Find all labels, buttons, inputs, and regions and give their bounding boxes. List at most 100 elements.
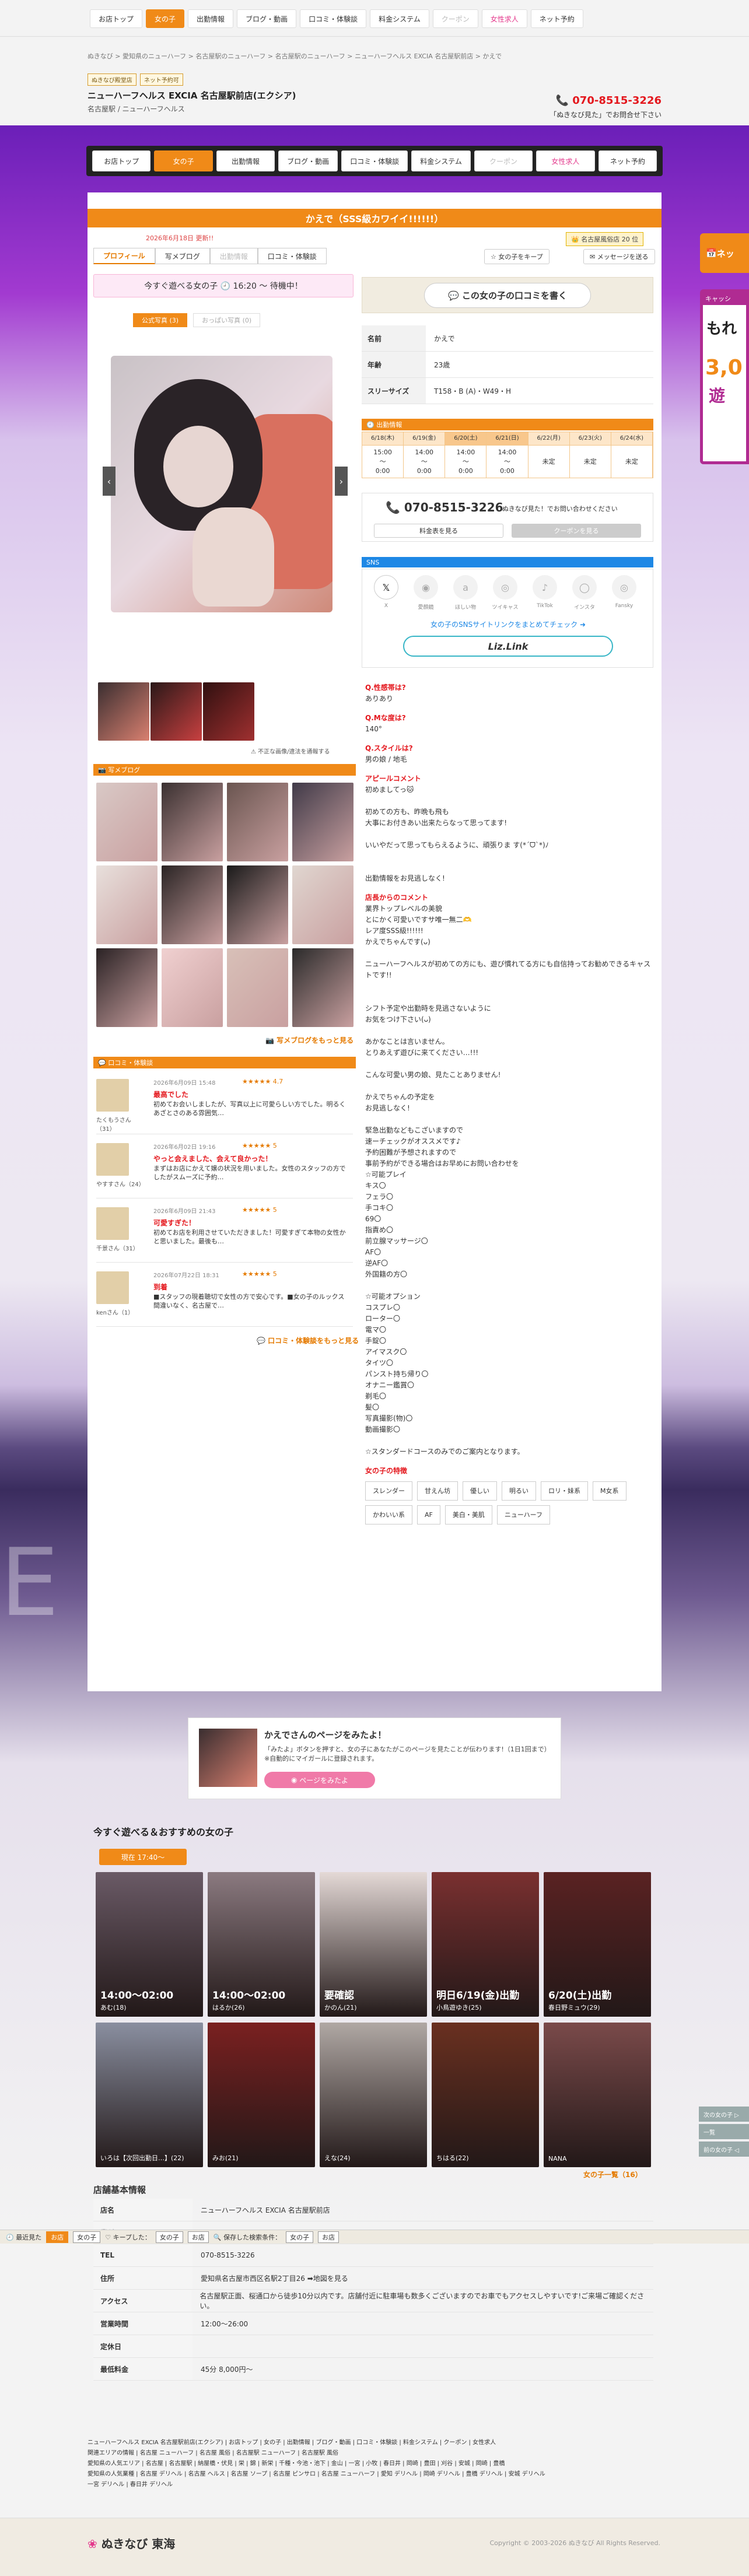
blog-thumb[interactable]: [227, 948, 288, 1027]
keep-girl-button[interactable]: ☆ 女の子をキープ: [484, 249, 550, 264]
blog-thumb[interactable]: [162, 948, 223, 1027]
tag-chip[interactable]: 優しい: [463, 1481, 497, 1501]
price-button[interactable]: 料金表を見る: [374, 524, 503, 538]
blog-thumb[interactable]: [96, 948, 158, 1027]
nav-reserve[interactable]: ネット予約: [598, 150, 657, 171]
tab-breast-photos[interactable]: おっぱい写真 (0): [193, 313, 261, 327]
nav-price[interactable]: 料金システム: [370, 9, 429, 28]
recent-shops[interactable]: お店: [46, 2231, 69, 2243]
shop-tel[interactable]: 📞 070-8515-3226: [556, 94, 662, 107]
nav-recruit[interactable]: 女性求人: [481, 9, 527, 28]
review-item[interactable]: 千景さん（31） 2026年6月09日 21:43 ★★★★★ 5 可愛すぎた！ 初めて…: [96, 1201, 353, 1263]
footer-line[interactable]: 一宮 デリヘル | 春日井 デリヘル: [88, 2480, 662, 2490]
coupon-button[interactable]: クーポンを見る: [512, 524, 641, 538]
reco-card[interactable]: NANA: [544, 2023, 651, 2167]
blog-thumb[interactable]: [292, 948, 354, 1027]
tag-chip[interactable]: 明るい: [502, 1481, 536, 1501]
tag-chip[interactable]: 甘えん坊: [417, 1481, 458, 1501]
review-item[interactable]: たくもうさん（31） 2026年6月09日 15:48 ★★★★★ 4.7 最高でした…: [96, 1073, 353, 1134]
photo-thumb[interactable]: [150, 682, 202, 741]
prev-photo-arrow[interactable]: ‹: [103, 467, 116, 496]
blog-thumb[interactable]: [162, 783, 223, 861]
tab-reviews[interactable]: 口コミ・体験談: [257, 248, 327, 264]
nav-reviews[interactable]: 口コミ・体験談: [341, 150, 408, 171]
reco-card[interactable]: いろは【次回出勤日…】(22): [96, 2023, 203, 2167]
tag-chip[interactable]: ロリ・妹系: [541, 1481, 588, 1501]
footer-line[interactable]: 関連エリアの情報 | 名古屋 ニューハーフ | 名古屋 風俗 | 名古屋駅 ニュ…: [88, 2448, 662, 2459]
reco-card[interactable]: えな(24): [320, 2023, 427, 2167]
ad-cashback[interactable]: キャッシ もれ 3,0 遊: [700, 289, 749, 464]
message-button[interactable]: ✉ メッセージを送る: [583, 249, 655, 264]
sns-item[interactable]: a ほしい物: [452, 575, 479, 611]
lizlink-button[interactable]: Liz.Link: [403, 636, 613, 657]
report-photo-link[interactable]: ⚠ 不正な画像/違法を通報する: [251, 746, 330, 755]
kept-shops[interactable]: お店: [187, 2231, 209, 2243]
nav-girls[interactable]: 女の子: [146, 9, 185, 28]
blog-thumb[interactable]: [292, 865, 354, 944]
tab-blog[interactable]: 写メブログ: [155, 248, 210, 264]
reviews-more-link[interactable]: 💬 口コミ・体験談をもっと見る: [257, 1336, 359, 1345]
prev-girl-button[interactable]: 前の女の子 ◁: [699, 2142, 749, 2157]
tag-chip[interactable]: かわいい系: [365, 1505, 412, 1524]
footer-line[interactable]: 愛知県の人気エリア | 名古屋 | 名古屋駅 | 納屋橋・伏見 | 栄 | 錦 …: [88, 2459, 662, 2469]
review-item[interactable]: やすすさん（24） 2026年6月02日 19:16 ★★★★★ 5 やっと会えました…: [96, 1137, 353, 1198]
tag-chip[interactable]: 美白・美肌: [444, 1505, 492, 1524]
reco-card[interactable]: みお(21): [208, 2023, 315, 2167]
nav-coupon[interactable]: クーポン: [474, 150, 533, 171]
nav-blog[interactable]: ブログ・動画: [237, 9, 297, 28]
sns-item[interactable]: ◎ Fansky: [611, 575, 638, 609]
sns-link[interactable]: 女の子のSNSサイトリンクをまとめてチェック ➜: [415, 619, 601, 629]
blog-more-link[interactable]: 📷 写メブログをもっと見る: [265, 1035, 354, 1045]
sns-item[interactable]: ♪ TikTok: [531, 575, 558, 609]
site-logo[interactable]: ❀ ぬきなび 東海: [88, 2535, 175, 2552]
nav-shop-top[interactable]: お店トップ: [92, 150, 151, 171]
footer-line[interactable]: 愛知県の人気業種 | 名古屋 デリヘル | 名古屋 ヘルス | 名古屋 ソープ …: [88, 2469, 662, 2480]
nav-recruit[interactable]: 女性求人: [536, 150, 595, 171]
reco-card[interactable]: 明日6/19(金)出勤 小鳥遊ゆき(25): [432, 1872, 539, 2017]
nav-schedule[interactable]: 出勤情報: [216, 150, 275, 171]
reco-card[interactable]: 6/20(土)出勤 春日野ミュウ(29): [544, 1872, 651, 2017]
saved-shops[interactable]: お店: [318, 2231, 340, 2243]
mitayo-button[interactable]: ◉ ページをみたよ: [264, 1772, 375, 1788]
blog-thumb[interactable]: [162, 865, 223, 944]
next-girl-button[interactable]: 次の女の子 ▷: [699, 2107, 749, 2122]
nav-shop-top[interactable]: お店トップ: [90, 9, 143, 28]
blog-thumb[interactable]: [227, 865, 288, 944]
photo-thumb[interactable]: [203, 682, 254, 741]
main-photo[interactable]: [111, 356, 332, 612]
blog-thumb[interactable]: [292, 783, 354, 861]
tab-official-photos[interactable]: 公式写真 (3): [133, 313, 188, 327]
review-item[interactable]: kenさん（1） 2026年07月22日 18:31 ★★★★★ 5 到着 ■スタッフの…: [96, 1266, 353, 1327]
blog-thumb[interactable]: [96, 865, 158, 944]
recent-girls[interactable]: 女の子: [73, 2231, 101, 2243]
girls-list-link[interactable]: 女の子一覧（16）: [583, 2170, 642, 2179]
breadcrumb[interactable]: ぬきなび > 愛知県のニューハーフ > 名古屋駅のニューハーフ > 名古屋駅のニ…: [88, 51, 662, 61]
reco-card[interactable]: 14:00〜02:00 はるか(26): [208, 1872, 315, 2017]
nav-blog[interactable]: ブログ・動画: [278, 150, 338, 171]
blog-thumb[interactable]: [227, 783, 288, 861]
write-review-button[interactable]: 💬 この女の子の口コミを書く: [424, 282, 591, 308]
reco-card[interactable]: 要確認 かのん(21): [320, 1872, 427, 2017]
nav-reviews[interactable]: 口コミ・体験談: [300, 9, 367, 28]
nav-price[interactable]: 料金システム: [411, 150, 471, 171]
next-photo-arrow[interactable]: ›: [335, 467, 348, 496]
photo-thumb[interactable]: [98, 682, 149, 741]
tag-chip[interactable]: M女系: [593, 1481, 626, 1501]
sns-item[interactable]: ◎ ツイキャス: [492, 575, 519, 611]
sns-item[interactable]: 𝕏X: [373, 575, 400, 609]
nav-schedule[interactable]: 出勤情報: [188, 9, 234, 28]
saved-girls[interactable]: 女の子: [286, 2231, 314, 2243]
blog-thumb[interactable]: [96, 783, 158, 861]
tab-profile[interactable]: プロフィール: [93, 248, 155, 264]
tag-chip[interactable]: スレンダー: [365, 1481, 412, 1501]
tag-chip[interactable]: AF: [417, 1505, 440, 1524]
girls-list-button[interactable]: 一覧: [699, 2124, 749, 2139]
sns-item[interactable]: ◉ 愛顔鏡: [412, 575, 439, 611]
kept-girls[interactable]: 女の子: [155, 2231, 183, 2243]
right-ad[interactable]: 📅 ネッ キャッシ もれ 3,0 遊: [700, 233, 749, 467]
tag-chip[interactable]: ニューハーフ: [496, 1505, 550, 1524]
girl-tel[interactable]: 📞 070-8515-3226: [386, 500, 503, 514]
sns-item[interactable]: ◯ インスタ: [571, 575, 598, 611]
reco-card[interactable]: 14:00〜02:00 あむ(18): [96, 1872, 203, 2017]
nav-girls[interactable]: 女の子: [154, 150, 213, 171]
